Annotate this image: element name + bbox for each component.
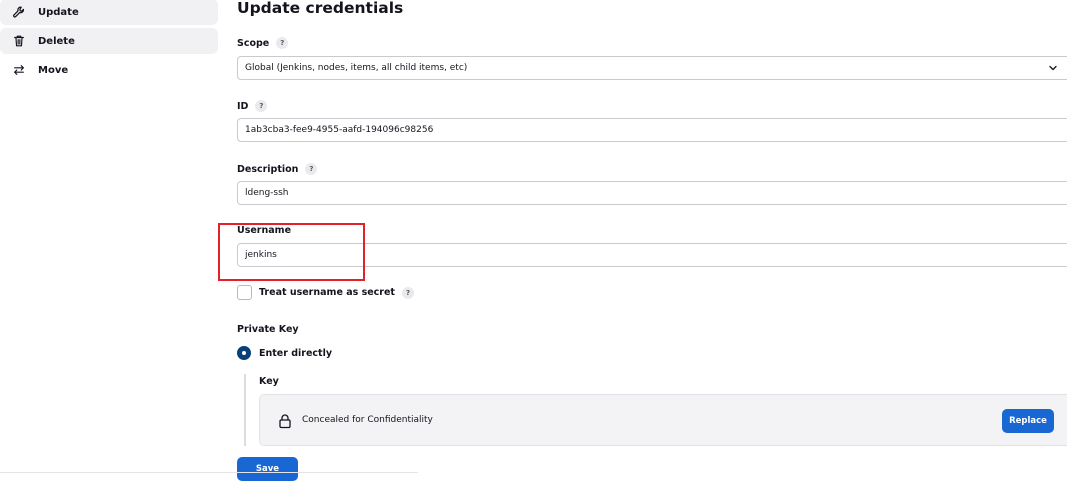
- id-label: ID ?: [237, 100, 268, 112]
- trash-icon: [10, 32, 28, 50]
- scope-select[interactable]: Global (Jenkins, nodes, items, all child…: [237, 56, 1067, 80]
- sidebar-item-label: Move: [38, 64, 69, 76]
- save-button[interactable]: Save: [237, 457, 298, 481]
- concealed-text: Concealed for Confidentiality: [302, 415, 433, 425]
- page-title: Update credentials: [237, 0, 404, 17]
- wrench-icon: [10, 3, 28, 21]
- arrows-left-right-icon: [10, 61, 28, 79]
- treat-username-secret-row: Treat username as secret ?: [237, 285, 414, 300]
- enter-directly-option[interactable]: Enter directly: [237, 346, 332, 360]
- description-field-value: ldeng-ssh: [245, 188, 289, 198]
- nested-section-divider: [244, 374, 246, 446]
- description-field[interactable]: ldeng-ssh: [237, 181, 1067, 205]
- id-field[interactable]: 1ab3cba3-fee9-4955-aafd-194096c98256: [237, 118, 1067, 142]
- enter-directly-label[interactable]: Enter directly: [259, 348, 332, 359]
- username-label-text: Username: [237, 225, 292, 236]
- private-key-label-text: Private Key: [237, 324, 299, 335]
- lock-icon: [279, 414, 291, 429]
- scope-label: Scope ?: [237, 37, 289, 49]
- description-label: Description ?: [237, 163, 318, 175]
- key-label: Key: [259, 376, 279, 387]
- chevron-down-icon: [1049, 65, 1057, 71]
- scope-select-value: Global (Jenkins, nodes, items, all child…: [245, 63, 468, 73]
- treat-username-secret-label[interactable]: Treat username as secret: [259, 287, 395, 298]
- enter-directly-radio[interactable]: [237, 346, 251, 360]
- username-field[interactable]: jenkins: [237, 243, 1067, 267]
- id-help-icon[interactable]: ?: [255, 100, 268, 112]
- sidebar-item-update[interactable]: Update: [0, 0, 218, 25]
- private-key-label: Private Key: [237, 324, 299, 335]
- treat-secret-help-icon[interactable]: ?: [401, 286, 414, 299]
- sidebar-item-move[interactable]: Move: [0, 57, 218, 83]
- concealed-key-panel: Concealed for Confidentiality Replace: [259, 394, 1067, 446]
- footer-divider: [0, 472, 418, 473]
- treat-username-secret-checkbox[interactable]: [237, 285, 252, 300]
- sidebar-item-label: Update: [38, 6, 79, 18]
- sidebar-item-delete[interactable]: Delete: [0, 28, 218, 54]
- username-label: Username: [237, 225, 291, 236]
- id-label-text: ID: [237, 100, 249, 112]
- scope-label-text: Scope: [237, 37, 270, 49]
- username-field-value: jenkins: [245, 250, 277, 260]
- description-label-text: Description: [237, 163, 299, 175]
- description-help-icon[interactable]: ?: [305, 163, 318, 175]
- id-field-value: 1ab3cba3-fee9-4955-aafd-194096c98256: [245, 125, 434, 135]
- scope-help-icon[interactable]: ?: [276, 37, 289, 49]
- replace-button[interactable]: Replace: [1002, 409, 1054, 433]
- sidebar-item-label: Delete: [38, 35, 75, 47]
